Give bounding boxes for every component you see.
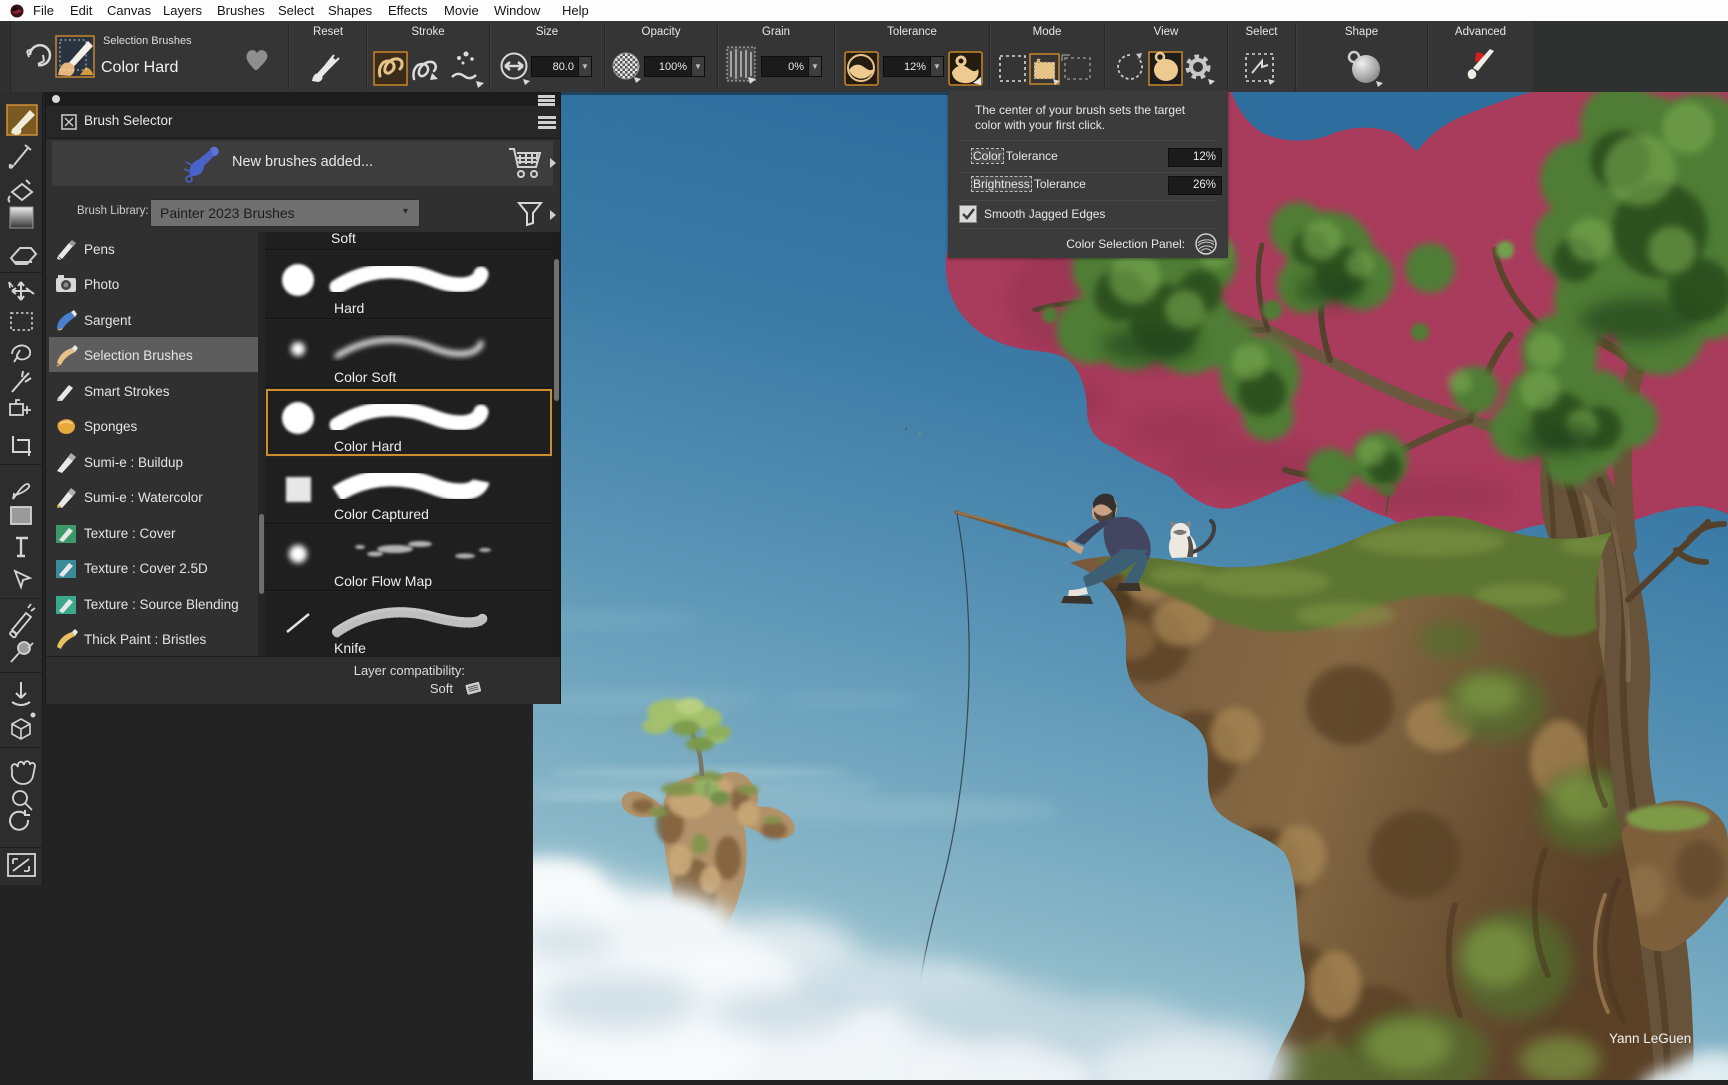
svg-text:Color Flow Map: Color Flow Map	[334, 573, 432, 589]
svg-text:Knife: Knife	[334, 640, 366, 656]
svg-text:Hard: Hard	[334, 300, 364, 316]
svg-text:Texture : Cover: Texture : Cover	[84, 526, 176, 541]
svg-text:Sargent: Sargent	[84, 313, 132, 328]
svg-text:Sponges: Sponges	[84, 419, 138, 434]
svg-text:Sumi-e : Watercolor: Sumi-e : Watercolor	[84, 490, 203, 505]
svg-text:Photo: Photo	[84, 277, 119, 292]
svg-text:Texture : Cover 2.5D: Texture : Cover 2.5D	[84, 561, 208, 576]
svg-text:Thick Paint : Bristles: Thick Paint : Bristles	[84, 632, 207, 647]
svg-text:Sumi-e : Buildup: Sumi-e : Buildup	[84, 455, 183, 470]
svg-text:Color Hard: Color Hard	[334, 438, 402, 454]
svg-text:Selection Brushes: Selection Brushes	[84, 348, 193, 363]
svg-text:Color Captured: Color Captured	[334, 506, 429, 522]
svg-text:Pens: Pens	[84, 242, 115, 257]
svg-text:Yann LeGuen: Yann LeGuen	[1609, 1031, 1691, 1046]
svg-text:Color Soft: Color Soft	[334, 369, 396, 385]
svg-text:Soft: Soft	[331, 232, 356, 246]
svg-text:Smart Strokes: Smart Strokes	[84, 384, 170, 399]
svg-text:Texture : Source Blending: Texture : Source Blending	[84, 597, 239, 612]
